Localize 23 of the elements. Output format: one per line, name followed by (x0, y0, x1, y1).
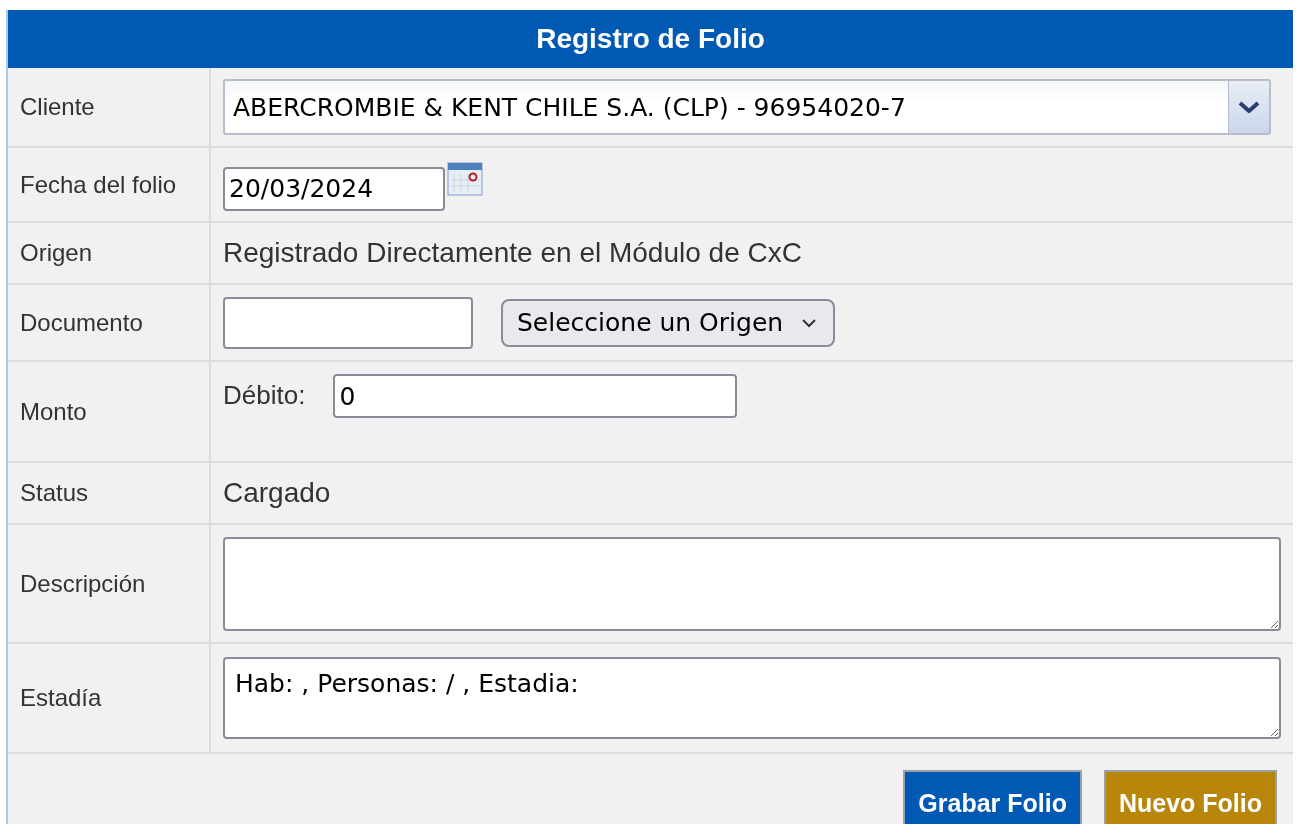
row-label: Status (8, 463, 211, 523)
client-select[interactable]: ABERCROMBIE & KENT CHILE S.A. (CLP) - 96954020-7 (223, 79, 1271, 135)
row-label: Cliente (8, 68, 211, 146)
origin-select[interactable]: Seleccione un Origen (501, 298, 836, 347)
field-value: Cargado (223, 477, 331, 509)
form-button[interactable]: Grabar Folio (903, 770, 1082, 824)
row-label: Monto (8, 362, 211, 461)
row-label: Origen (8, 223, 211, 283)
field-value: Registrado Directamente en el Módulo de CxC (223, 237, 802, 269)
field-label: Débito: (223, 380, 306, 411)
text-area[interactable]: Hab: , Personas: / , Estadia: (223, 657, 1281, 739)
row-label: Estadía (8, 644, 211, 752)
debit-field[interactable]: 0 (333, 374, 738, 418)
date-field[interactable]: 20/03/2024 (223, 166, 445, 211)
text-area[interactable] (223, 536, 1281, 631)
chevron-down-icon (1238, 101, 1260, 113)
form-title: Registro de Folio (8, 10, 1293, 68)
row-label: Descripción (8, 525, 211, 642)
document-field[interactable] (223, 296, 473, 349)
row-label: Documento (8, 285, 211, 360)
chevron-down-icon (801, 317, 818, 328)
calendar-icon[interactable] (447, 162, 483, 196)
row-label: Fecha del folio (8, 148, 211, 221)
